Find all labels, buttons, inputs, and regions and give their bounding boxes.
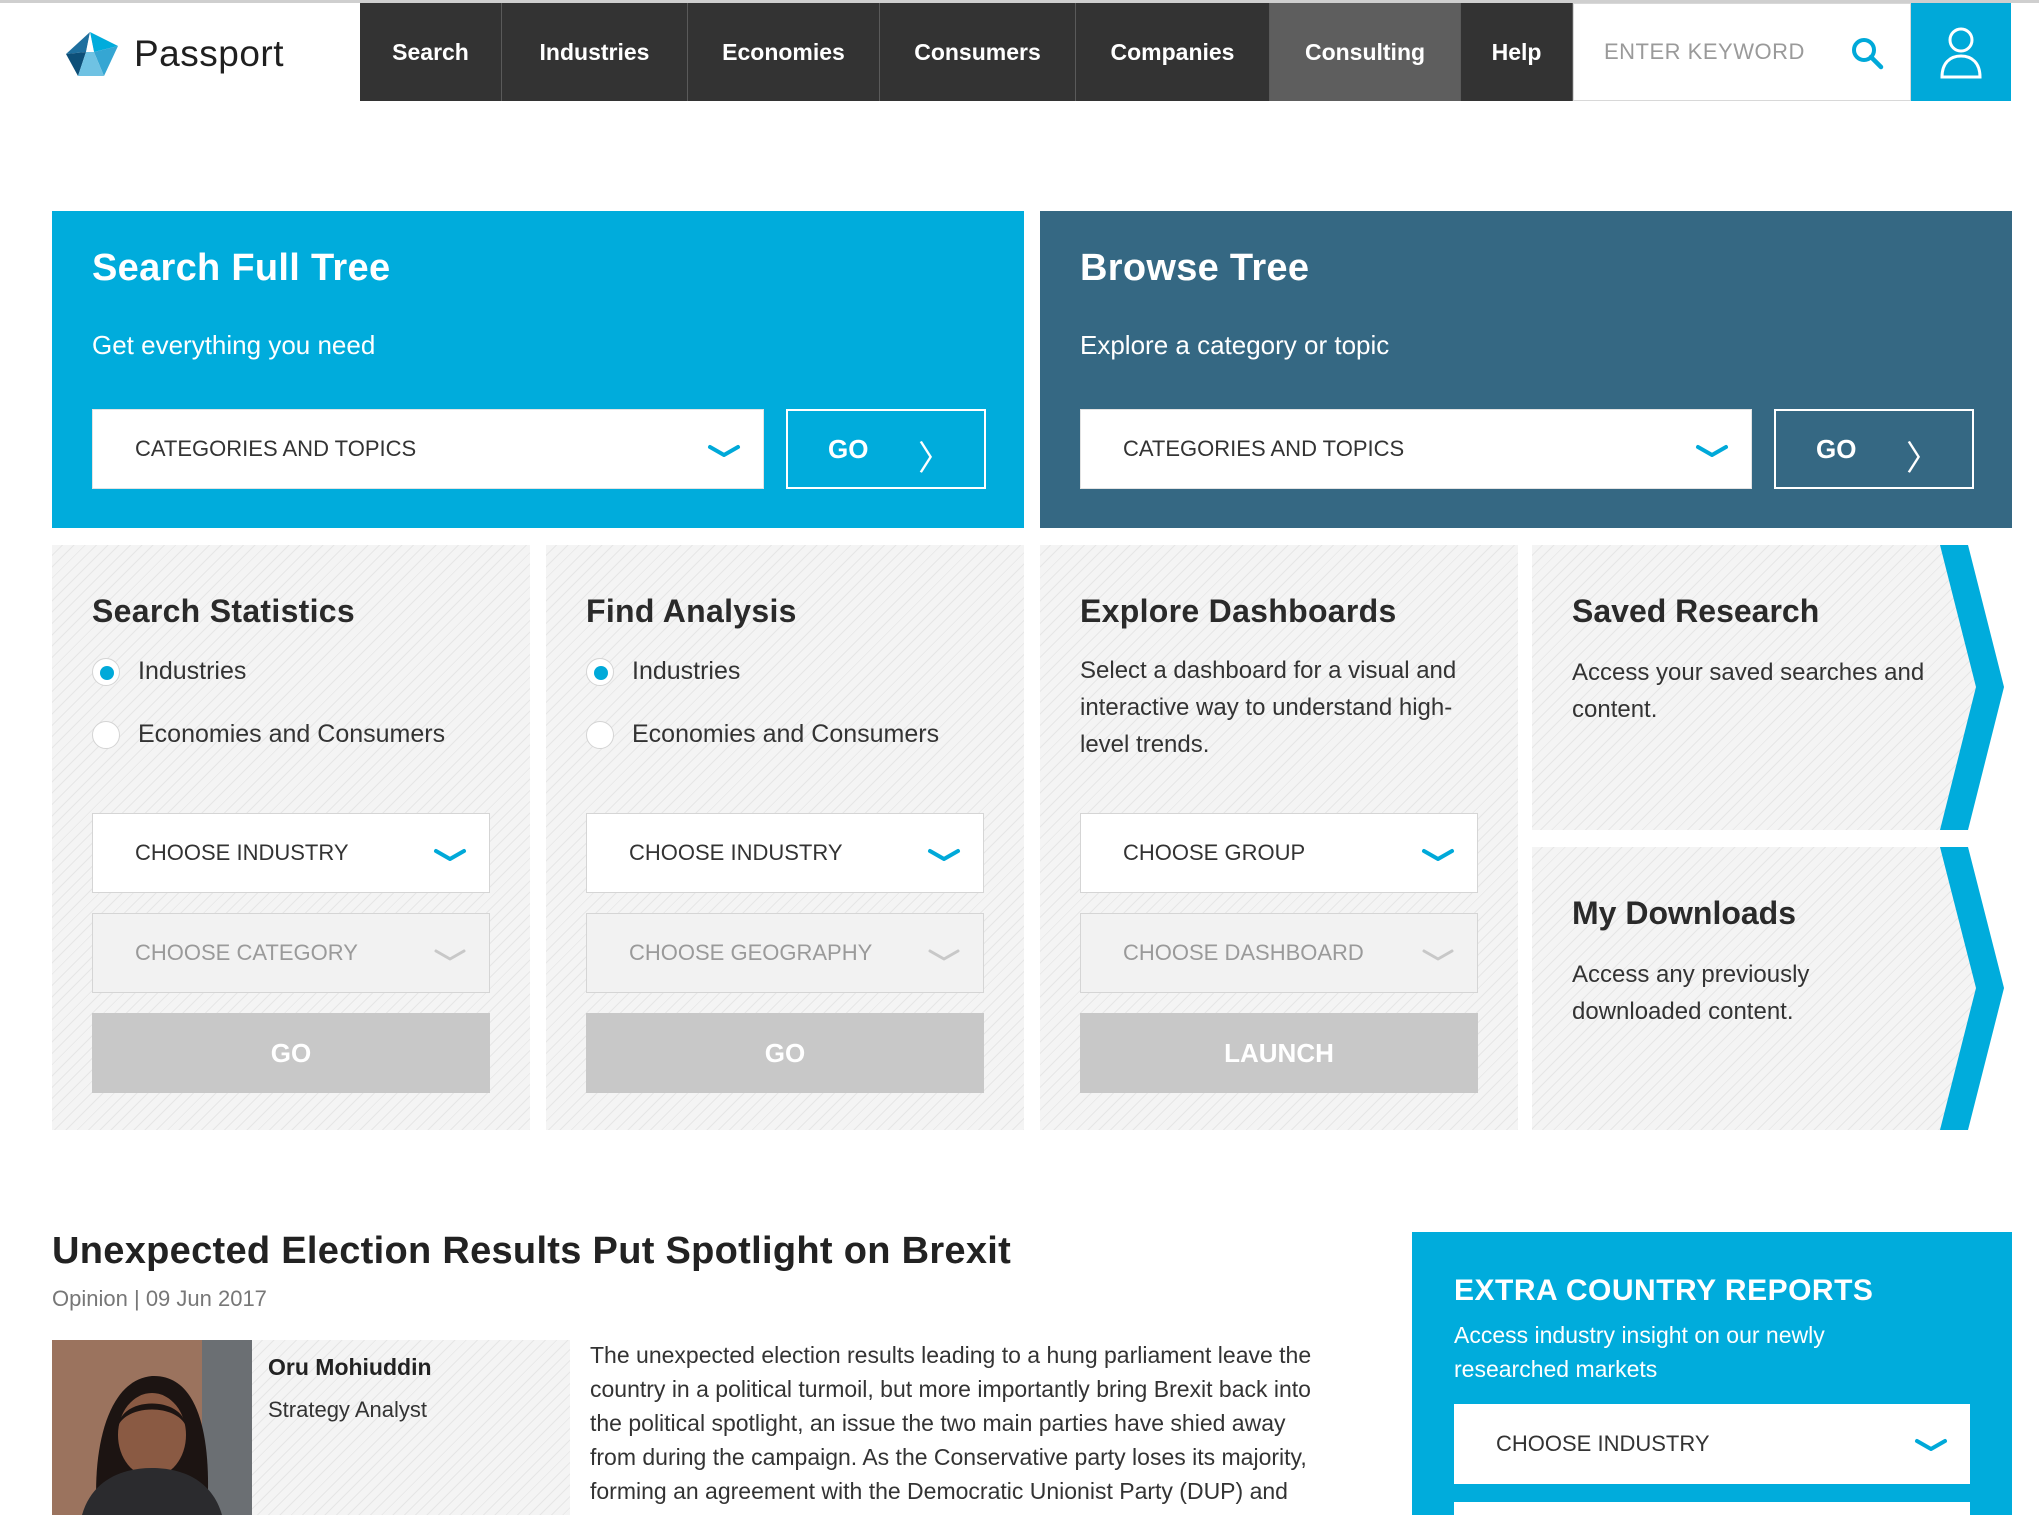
keyword-search xyxy=(1573,3,1911,101)
chevron-down-icon xyxy=(1422,949,1454,961)
radio-unselected-icon xyxy=(92,720,120,749)
search-full-tree-subtitle: Get everything you need xyxy=(92,330,376,360)
radio-label: Industries xyxy=(138,657,247,685)
browse-tree-title: Browse Tree xyxy=(1080,247,1310,289)
nav-search[interactable]: Search xyxy=(360,3,502,101)
author-role: Strategy Analyst xyxy=(268,1397,427,1422)
browse-tree-panel: Browse Tree Explore a category or topic … xyxy=(1040,211,2012,528)
chevron-right-icon xyxy=(1940,847,2012,1130)
dropdown-value: CHOOSE INDUSTRY xyxy=(1496,1431,1710,1456)
radio-industries[interactable]: Industries xyxy=(92,657,246,686)
passport-logo[interactable]: Passport xyxy=(60,28,284,80)
nav-consumers[interactable]: Consumers xyxy=(880,3,1076,101)
radio-selected-icon xyxy=(586,657,614,686)
explore-dashboards-title: Explore Dashboards xyxy=(1080,593,1397,629)
chevron-down-icon xyxy=(434,949,466,961)
choose-category-dropdown[interactable]: CHOOSE CATEGORY xyxy=(92,913,490,993)
nav-consulting[interactable]: Consulting xyxy=(1270,3,1461,101)
explore-dashboards-card: Explore Dashboards Select a dashboard fo… xyxy=(1040,545,1518,1130)
browse-tree-go-button[interactable]: GO 〉 xyxy=(1774,409,1974,489)
brand-name: Passport xyxy=(134,33,285,74)
radio-unselected-icon xyxy=(586,720,614,749)
search-statistics-title: Search Statistics xyxy=(92,593,356,629)
extra-choose-industry-dropdown[interactable]: CHOOSE INDUSTRY xyxy=(1454,1404,1970,1484)
main-nav: Search Industries Economies Consumers Co… xyxy=(360,3,1573,101)
chevron-right-icon xyxy=(1940,545,2012,830)
my-downloads-description: Access any previously downloaded content… xyxy=(1572,961,1810,1025)
nav-industries[interactable]: Industries xyxy=(502,3,688,101)
article-category: Opinion xyxy=(52,1286,128,1311)
search-full-tree-title: Search Full Tree xyxy=(92,247,391,289)
chevron-down-icon xyxy=(708,445,740,457)
chevron-down-icon xyxy=(1422,849,1454,861)
choose-industry-dropdown[interactable]: CHOOSE INDUSTRY xyxy=(586,813,984,893)
dropdown-value: CHOOSE DASHBOARD xyxy=(1123,940,1364,965)
choose-dashboard-dropdown[interactable]: CHOOSE DASHBOARD xyxy=(1080,913,1478,993)
find-analysis-go-button[interactable]: GO xyxy=(586,1013,984,1093)
article-body: The unexpected election results leading … xyxy=(590,1342,1312,1515)
browse-categories-topics-select[interactable]: CATEGORIES AND TOPICS xyxy=(1080,409,1752,489)
categories-topics-select[interactable]: CATEGORIES AND TOPICS xyxy=(92,409,764,489)
dropdown-value: CHOOSE INDUSTRY xyxy=(629,840,843,865)
find-analysis-title: Find Analysis xyxy=(586,593,797,629)
saved-research-card[interactable]: Saved Research Access your saved searche… xyxy=(1532,545,2012,830)
radio-economies-consumers[interactable]: Economies and Consumers xyxy=(586,720,939,749)
article-meta: Opinion | 09 Jun 2017 xyxy=(52,1286,267,1312)
radio-label: Economies and Consumers xyxy=(632,720,940,748)
keyword-search-input[interactable] xyxy=(1604,39,1854,65)
browse-categories-topics-value: CATEGORIES AND TOPICS xyxy=(1123,436,1405,461)
nav-help[interactable]: Help xyxy=(1461,3,1573,101)
chevron-down-icon xyxy=(434,849,466,861)
radio-label: Economies and Consumers xyxy=(138,720,446,748)
search-full-tree-go-button[interactable]: GO 〉 xyxy=(786,409,986,489)
choose-geography-dropdown[interactable]: CHOOSE GEOGRAPHY xyxy=(586,913,984,993)
my-downloads-card[interactable]: My Downloads Access any previously downl… xyxy=(1532,847,2012,1130)
dropdown-value: CHOOSE INDUSTRY xyxy=(135,840,349,865)
saved-research-description: Access your saved searches and content. xyxy=(1572,659,1925,723)
chevron-down-icon xyxy=(1696,445,1728,457)
search-icon[interactable] xyxy=(1850,36,1884,75)
radio-economies-consumers[interactable]: Economies and Consumers xyxy=(92,720,445,749)
chevron-right-icon: 〉 xyxy=(1906,440,1940,478)
dropdown-value: CHOOSE CATEGORY xyxy=(135,940,358,965)
nav-companies[interactable]: Companies xyxy=(1076,3,1270,101)
passport-logo-icon xyxy=(66,32,118,76)
chevron-down-icon xyxy=(1915,1439,1947,1451)
find-analysis-card: Find Analysis Industries Economies and C… xyxy=(546,545,1024,1130)
article-headline[interactable]: Unexpected Election Results Put Spotligh… xyxy=(52,1230,1011,1273)
go-label: GO xyxy=(828,433,869,464)
author-name[interactable]: Oru Mohiuddin xyxy=(268,1354,554,1381)
explore-dashboards-description: Select a dashboard for a visual and inte… xyxy=(1080,657,1457,758)
author-info: Oru Mohiuddin Strategy Analyst xyxy=(252,1340,570,1515)
extra-country-reports-panel: EXTRA COUNTRY REPORTS Access industry in… xyxy=(1412,1232,2012,1515)
nav-economies[interactable]: Economies xyxy=(688,3,880,101)
choose-group-dropdown[interactable]: CHOOSE GROUP xyxy=(1080,813,1478,893)
dropdown-value: CHOOSE GROUP xyxy=(1123,840,1306,865)
browse-tree-subtitle: Explore a category or topic xyxy=(1080,330,1390,360)
article-date: 09 Jun 2017 xyxy=(145,1286,267,1311)
chevron-down-icon xyxy=(928,849,960,861)
dropdown-value: CHOOSE GEOGRAPHY xyxy=(629,940,873,965)
extra-country-reports-title: EXTRA COUNTRY REPORTS xyxy=(1454,1274,1874,1307)
categories-topics-value: CATEGORIES AND TOPICS xyxy=(135,436,417,461)
radio-label: Industries xyxy=(632,657,741,685)
search-full-tree-panel: Search Full Tree Get everything you need… xyxy=(52,211,1024,528)
meta-separator: | xyxy=(133,1286,140,1311)
search-statistics-card: Search Statistics Industries Economies a… xyxy=(52,545,530,1130)
chevron-right-icon: 〉 xyxy=(918,440,952,478)
choose-industry-dropdown[interactable]: CHOOSE INDUSTRY xyxy=(92,813,490,893)
radio-selected-icon xyxy=(92,657,120,686)
extra-country-reports-text: Access industry insight on our newly res… xyxy=(1454,1322,1825,1382)
radio-industries[interactable]: Industries xyxy=(586,657,740,686)
go-label: GO xyxy=(1816,433,1857,464)
author-photo xyxy=(52,1340,252,1515)
extra-second-dropdown[interactable] xyxy=(1454,1502,1970,1515)
user-icon xyxy=(1940,27,1982,79)
user-account-button[interactable] xyxy=(1911,3,2011,101)
chevron-down-icon xyxy=(928,949,960,961)
search-statistics-go-button[interactable]: GO xyxy=(92,1013,490,1093)
launch-dashboard-button[interactable]: LAUNCH xyxy=(1080,1013,1478,1093)
